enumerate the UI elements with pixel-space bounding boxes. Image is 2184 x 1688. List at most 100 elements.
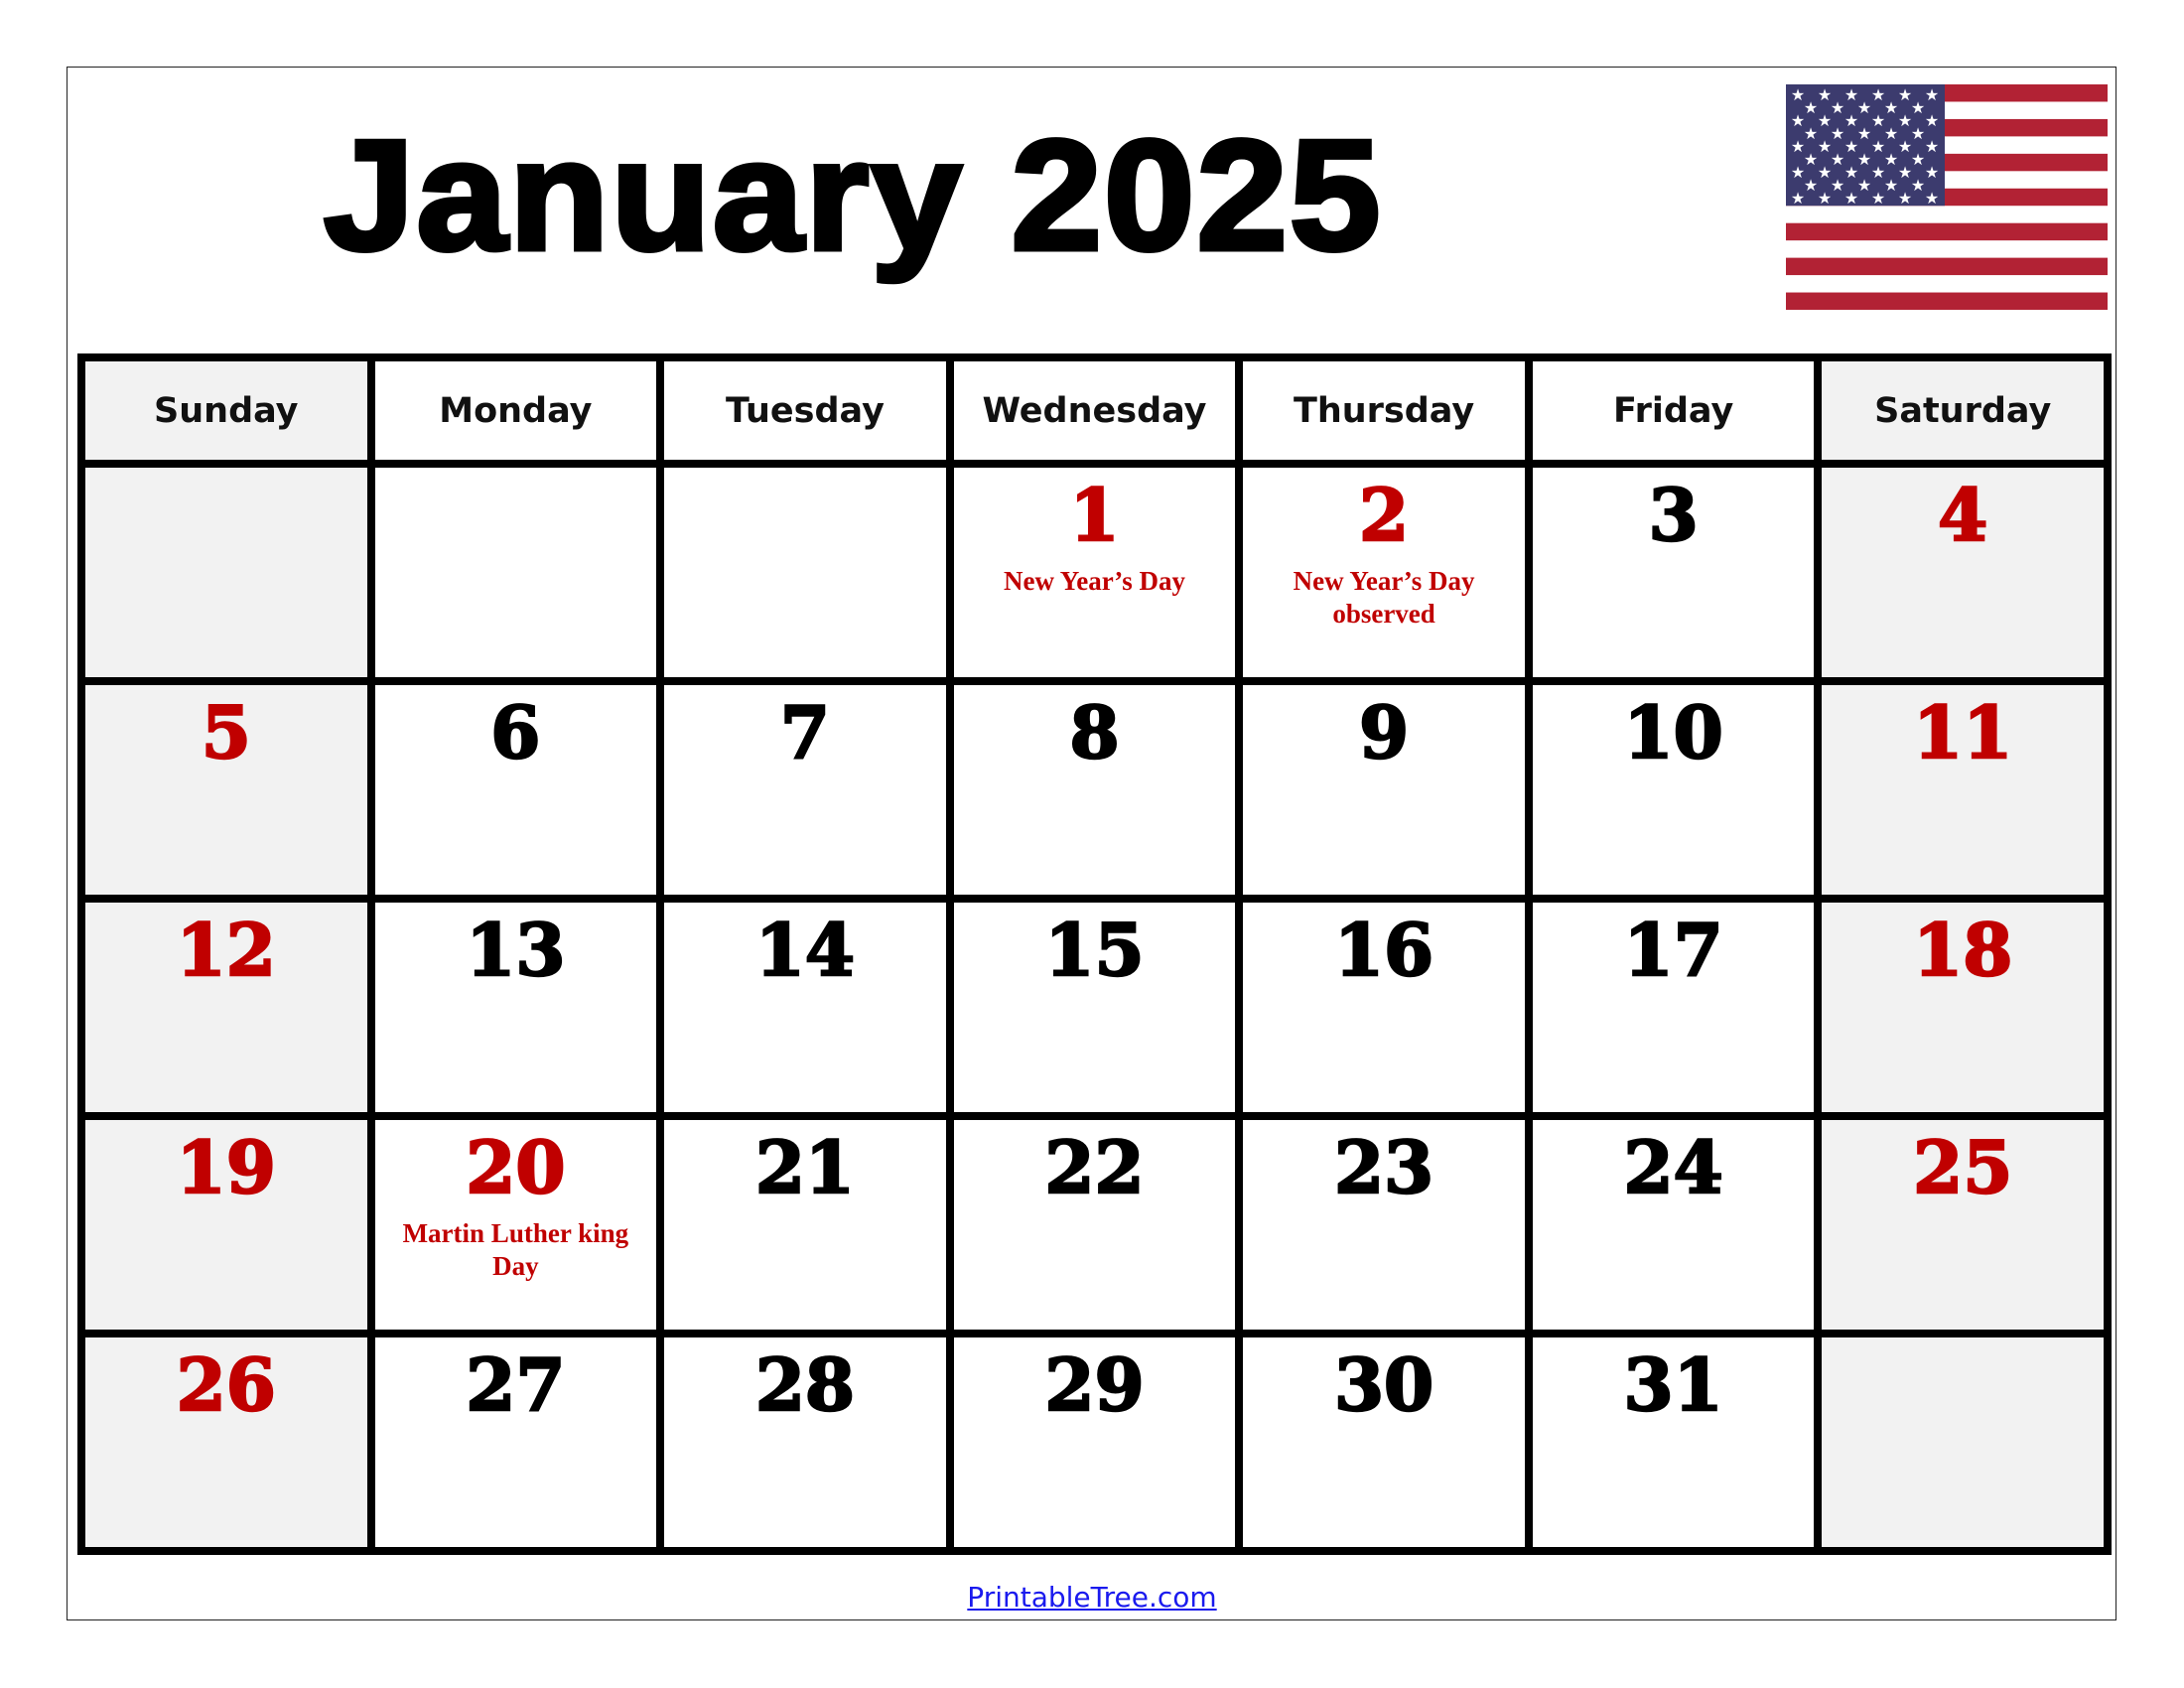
day-cell-7[interactable]: 7 [664, 685, 946, 895]
day-cell-16[interactable]: 16 [1243, 903, 1525, 1112]
day-number: 24 [1622, 1125, 1724, 1209]
day-cell-17[interactable]: 17 [1532, 903, 1815, 1112]
empty-day-cell[interactable] [664, 468, 946, 677]
weekday-header-wednesday: Wednesday [953, 361, 1236, 460]
day-number: 15 [1043, 908, 1146, 992]
empty-day-cell[interactable] [1822, 1337, 2104, 1547]
empty-day-cell[interactable] [374, 468, 657, 677]
flag-stripe [1786, 257, 2108, 276]
flag-star: ★ [1818, 189, 1832, 208]
flag-stripe [1786, 222, 2108, 241]
flag-star: ★ [1804, 98, 1818, 117]
day-number: 23 [1333, 1125, 1435, 1209]
flag-star: ★ [1804, 176, 1818, 195]
day-cell-8[interactable]: 8 [953, 685, 1236, 895]
flag-star: ★ [1884, 150, 1898, 169]
day-number: 1 [1068, 473, 1121, 557]
day-number: 13 [465, 908, 567, 992]
flag-star: ★ [1857, 150, 1871, 169]
weekday-header-tuesday: Tuesday [664, 361, 946, 460]
day-number: 6 [489, 690, 542, 774]
calendar-grid: Sunday Monday Tuesday Wednesday Thursday Frid… [77, 353, 2112, 1555]
weekday-header-saturday: Saturday [1822, 361, 2104, 460]
day-cell-19[interactable]: 19 [85, 1120, 367, 1330]
day-number: 11 [1912, 690, 2014, 774]
day-cell-2[interactable]: 2 New Year’s Day observed [1243, 468, 1525, 677]
day-cell-31[interactable]: 31 [1532, 1337, 1815, 1547]
day-cell-11[interactable]: 11 [1822, 685, 2104, 895]
day-cell-24[interactable]: 24 [1532, 1120, 1815, 1330]
day-number: 12 [175, 908, 277, 992]
day-cell-9[interactable]: 9 [1243, 685, 1525, 895]
day-number: 21 [754, 1125, 857, 1209]
footer: PrintableTree.com [0, 1581, 2184, 1614]
flag-star: ★ [1831, 98, 1844, 117]
flag-star: ★ [1911, 98, 1925, 117]
day-cell-6[interactable]: 6 [374, 685, 657, 895]
flag-star: ★ [1804, 124, 1818, 143]
weekday-header-thursday: Thursday [1243, 361, 1525, 460]
day-cell-1[interactable]: 1 New Year’s Day [953, 468, 1236, 677]
day-number: 26 [175, 1342, 277, 1427]
day-number: 3 [1647, 473, 1700, 557]
empty-day-cell[interactable] [85, 468, 367, 677]
weekday-header-sunday: Sunday [85, 361, 367, 460]
day-cell-30[interactable]: 30 [1243, 1337, 1525, 1547]
day-cell-18[interactable]: 18 [1822, 903, 2104, 1112]
weekday-header-friday: Friday [1532, 361, 1815, 460]
flag-star: ★ [1831, 150, 1844, 169]
day-number: 8 [1068, 690, 1121, 774]
day-cell-29[interactable]: 29 [953, 1337, 1236, 1547]
flag-star: ★ [1857, 176, 1871, 195]
flag-star: ★ [1911, 150, 1925, 169]
day-cell-26[interactable]: 26 [85, 1337, 367, 1547]
day-number: 22 [1043, 1125, 1146, 1209]
flag-star: ★ [1898, 189, 1912, 208]
day-number: 9 [1358, 690, 1411, 774]
flag-star: ★ [1884, 98, 1898, 117]
day-cell-21[interactable]: 21 [664, 1120, 946, 1330]
printabletree-link[interactable]: PrintableTree.com [967, 1581, 1216, 1614]
day-cell-20[interactable]: 20 Martin Luther king Day [374, 1120, 657, 1330]
day-cell-3[interactable]: 3 [1532, 468, 1815, 677]
day-cell-15[interactable]: 15 [953, 903, 1236, 1112]
day-cell-4[interactable]: 4 [1822, 468, 2104, 677]
day-number: 2 [1358, 473, 1411, 557]
flag-stripe [1786, 292, 2108, 310]
day-cell-12[interactable]: 12 [85, 903, 367, 1112]
flag-star: ★ [1911, 124, 1925, 143]
day-cell-13[interactable]: 13 [374, 903, 657, 1112]
us-flag-icon: ★ ★ ★ ★ ★ ★★ ★ ★ ★ ★★ ★ ★ ★ ★ ★★ ★ ★ ★ ★★ ★ ★ ★ ★ ★★ ★ ★ ★ ★★ ★ ★ ★ ★ ★★… [1786, 84, 2108, 310]
day-number: 16 [1333, 908, 1435, 992]
day-number: 25 [1912, 1125, 2014, 1209]
flag-star: ★ [1804, 150, 1818, 169]
day-cell-5[interactable]: 5 [85, 685, 367, 895]
day-number: 10 [1622, 690, 1724, 774]
day-cell-28[interactable]: 28 [664, 1337, 946, 1547]
flag-star: ★ [1831, 176, 1844, 195]
flag-stripe [1786, 275, 2108, 294]
day-number: 20 [465, 1125, 567, 1209]
flag-star: ★ [1857, 98, 1871, 117]
day-number: 31 [1622, 1342, 1724, 1427]
day-cell-22[interactable]: 22 [953, 1120, 1236, 1330]
holiday-label: Martin Luther king Day [402, 1218, 629, 1281]
day-cell-23[interactable]: 23 [1243, 1120, 1525, 1330]
flag-star: ★ [1844, 189, 1858, 208]
day-number: 30 [1333, 1342, 1435, 1427]
day-number: 29 [1043, 1342, 1146, 1427]
day-number: 4 [1937, 473, 1989, 557]
holiday-label: New Year’s Day [1004, 566, 1185, 596]
day-number: 5 [200, 690, 252, 774]
day-cell-27[interactable]: 27 [374, 1337, 657, 1547]
day-number: 7 [779, 690, 832, 774]
day-cell-14[interactable]: 14 [664, 903, 946, 1112]
flag-star: ★ [1857, 124, 1871, 143]
flag-star: ★ [1871, 189, 1885, 208]
flag-star: ★ [1884, 176, 1898, 195]
flag-star: ★ [1911, 176, 1925, 195]
day-cell-10[interactable]: 10 [1532, 685, 1815, 895]
day-cell-25[interactable]: 25 [1822, 1120, 2104, 1330]
flag-star: ★ [1791, 189, 1805, 208]
flag-star: ★ [1925, 189, 1939, 208]
